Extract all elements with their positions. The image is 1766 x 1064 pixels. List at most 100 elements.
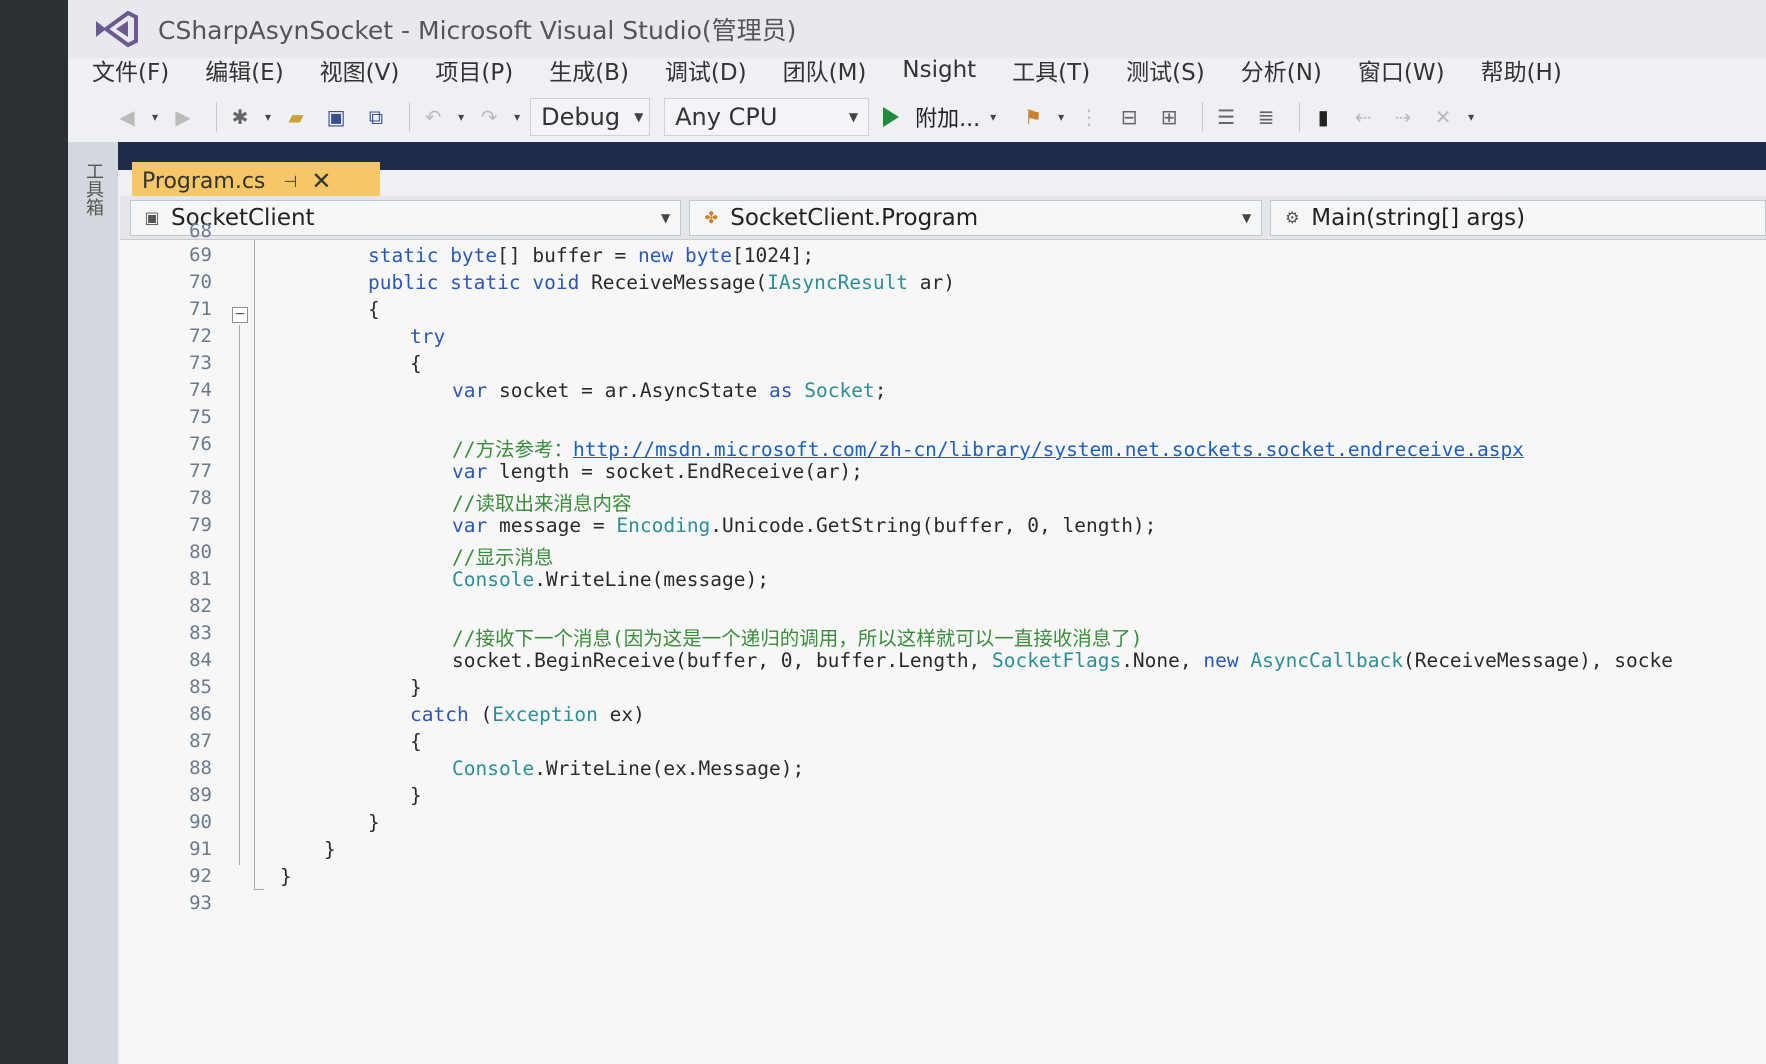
play-icon	[883, 107, 900, 127]
chevron-down-icon: ▼	[848, 110, 859, 124]
undo-icon[interactable]: ↶	[418, 102, 448, 132]
find-dropdown-icon[interactable]: ▾	[1058, 110, 1064, 124]
solution-platform-select[interactable]: Any CPU ▼	[664, 98, 870, 136]
member-dropdown[interactable]: ⚙ Main(string[] args)	[1270, 199, 1766, 236]
new-project-dropdown-icon[interactable]: ▾	[265, 110, 271, 124]
code-line: var socket = ar.AsyncState as Socket;	[452, 379, 886, 402]
keyword-token: var	[452, 460, 499, 483]
chevron-down-icon: ▼	[634, 110, 644, 124]
new-project-icon[interactable]: ✱	[225, 102, 255, 132]
menu-tools[interactable]: 工具(T)	[1012, 53, 1090, 87]
code-token: length = socket.EndReceive(ar);	[498, 460, 863, 483]
collapse-region-icon[interactable]: −	[232, 307, 248, 323]
toolbar-separator	[1299, 102, 1301, 132]
toolbar-separator	[409, 102, 411, 132]
code-token: [] buffer =	[497, 244, 639, 267]
clear-bookmarks-icon[interactable]: ✕	[1428, 102, 1458, 132]
menu-help[interactable]: 帮助(H)	[1481, 53, 1562, 87]
previous-bookmark-icon[interactable]: ⇠	[1348, 102, 1378, 132]
line-number: 89	[189, 784, 212, 806]
class-view-icon[interactable]: ⊞	[1154, 102, 1184, 132]
menu-file[interactable]: 文件(F)	[92, 53, 169, 87]
side-tool-strip: 工具箱	[68, 142, 118, 1064]
keyword-token: var	[452, 514, 499, 537]
code-line: static byte[] buffer = new byte[1024];	[368, 244, 814, 267]
redo-icon[interactable]: ↷	[474, 102, 504, 132]
redo-dropdown-icon[interactable]: ▾	[514, 110, 520, 124]
code-line: {	[368, 298, 380, 321]
menu-view[interactable]: 视图(V)	[320, 53, 400, 87]
comment-token: //方法参考：	[452, 438, 573, 461]
code-token: [1024];	[731, 244, 815, 267]
code-token: ar)	[908, 271, 956, 294]
chevron-down-icon: ▼	[661, 210, 671, 225]
save-icon[interactable]: ▣	[321, 102, 351, 132]
line-number: 69	[189, 244, 212, 266]
solution-configuration-value: Debug	[541, 103, 621, 131]
code-token: message =	[498, 514, 617, 537]
menu-window[interactable]: 窗口(W)	[1358, 53, 1445, 87]
code-line: try	[410, 325, 445, 348]
chevron-down-icon[interactable]: ▾	[990, 110, 996, 124]
code-token: ex)	[597, 703, 645, 726]
start-attach-button[interactable]: 附加... ▾	[883, 101, 1006, 133]
document-tab-program-cs[interactable]: Program.cs ⊣ ✕	[132, 162, 380, 200]
document-tab-label: Program.cs	[142, 168, 266, 194]
type-token: Socket	[804, 379, 875, 402]
window-title: CSharpAsynSocket - Microsoft Visual Stud…	[158, 16, 797, 45]
code-comment-line: //读取出来消息内容	[452, 492, 632, 515]
start-attach-label: 附加...	[915, 107, 981, 132]
comment-lines-icon[interactable]: ☰	[1211, 102, 1241, 132]
toolbar-options-icon[interactable]: ▾	[1468, 110, 1474, 124]
pin-icon[interactable]: ⊣	[283, 172, 297, 191]
type-token: IAsyncResult	[767, 271, 909, 294]
outlining-margin: −	[220, 240, 268, 1064]
code-editor[interactable]: 68 69 70 71 72 73 74 75 76 77 78 79 80 8…	[120, 220, 1766, 1064]
navigate-forward-icon[interactable]: ▶	[168, 102, 198, 132]
keyword-token: try	[410, 325, 446, 348]
undo-dropdown-icon[interactable]: ▾	[458, 110, 464, 124]
type-token: SocketFlags	[992, 649, 1122, 672]
outline-end-bracket	[254, 860, 264, 890]
line-number: 77	[189, 460, 212, 482]
toolbox-tab[interactable]: 工具箱	[78, 162, 106, 216]
line-number: 78	[189, 487, 212, 509]
save-all-icon[interactable]: ⧉	[361, 102, 391, 132]
menu-project[interactable]: 项目(P)	[435, 53, 513, 87]
code-token: .None,	[1121, 649, 1204, 672]
uncomment-lines-icon[interactable]: ≣	[1251, 102, 1281, 132]
code-line: }	[324, 838, 336, 861]
close-icon[interactable]: ✕	[311, 167, 331, 195]
navigate-back-icon[interactable]: ◀	[112, 102, 142, 132]
code-area[interactable]: static byte[] buffer = new byte[1024]; p…	[268, 240, 1766, 1064]
code-token: .WriteLine(ex.Message);	[534, 757, 805, 780]
next-bookmark-icon[interactable]: ⇢	[1388, 102, 1418, 132]
line-number-gutter: 68 69 70 71 72 73 74 75 76 77 78 79 80 8…	[120, 220, 220, 1064]
menu-analyze[interactable]: 分析(N)	[1241, 53, 1322, 87]
menu-test[interactable]: 测试(S)	[1126, 53, 1205, 87]
bookmark-icon[interactable]: ▮	[1308, 102, 1338, 132]
solution-platform-value: Any CPU	[675, 103, 778, 131]
menu-debug[interactable]: 调试(D)	[665, 53, 747, 87]
menu-nsight[interactable]: Nsight	[902, 57, 976, 83]
code-line: Console.WriteLine(message);	[452, 568, 769, 591]
solution-configuration-select[interactable]: Debug ▼	[530, 98, 651, 136]
find-in-files-icon[interactable]: ⚑	[1018, 102, 1048, 132]
line-number: 87	[189, 730, 212, 752]
keyword-token: byte	[450, 244, 498, 267]
line-number: 70	[189, 271, 212, 293]
visual-studio-window: CSharpAsynSocket - Microsoft Visual Stud…	[68, 0, 1766, 1064]
keyword-token: new	[1203, 649, 1251, 672]
menu-bar: 文件(F) 编辑(E) 视图(V) 项目(P) 生成(B) 调试(D) 团队(M…	[68, 50, 1766, 90]
method-icon: ⚙	[1285, 208, 1300, 227]
type-dropdown[interactable]: ✤ SocketClient.Program ▼	[689, 199, 1263, 236]
open-file-icon[interactable]: ▰	[281, 102, 311, 132]
solution-explorer-icon[interactable]: ⊟	[1114, 102, 1144, 132]
menu-team[interactable]: 团队(M)	[783, 53, 867, 87]
code-token: ReceiveMessage(	[591, 271, 768, 294]
menu-edit[interactable]: 编辑(E)	[205, 53, 283, 87]
comment-hyperlink[interactable]: http://msdn.microsoft.com/zh-cn/library/…	[573, 438, 1524, 461]
navigate-back-dropdown-icon[interactable]: ▾	[152, 110, 158, 124]
project-dropdown[interactable]: ▣ SocketClient ▼	[130, 199, 682, 236]
menu-build[interactable]: 生成(B)	[549, 53, 629, 87]
